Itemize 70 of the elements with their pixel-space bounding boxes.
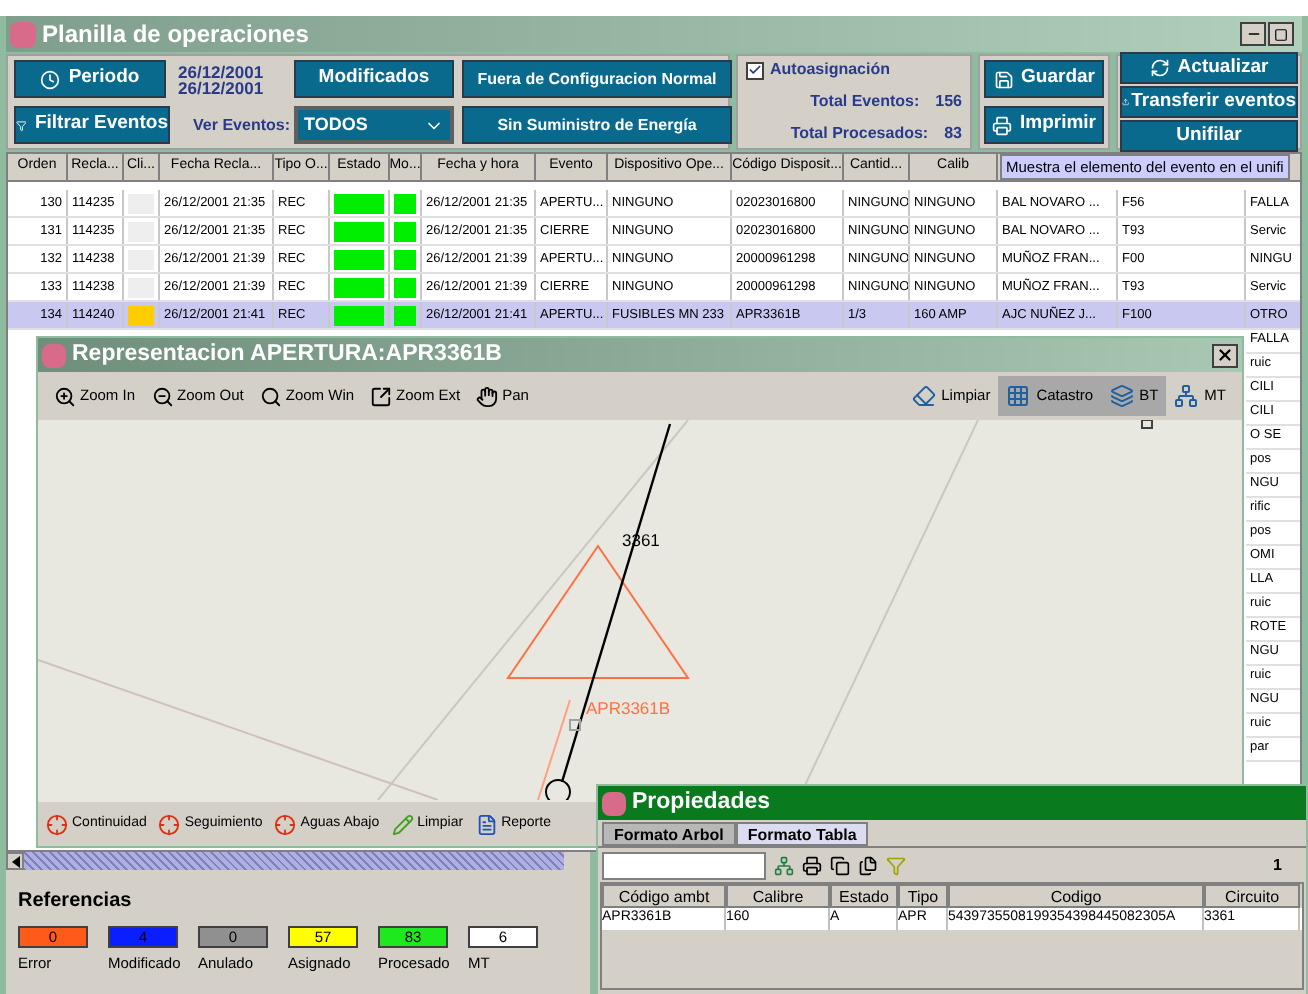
crosshair-icon bbox=[158, 813, 181, 835]
actualizar-icon bbox=[1149, 57, 1170, 78]
ver-eventos-dropdown[interactable]: TODOS bbox=[294, 106, 454, 144]
guardar-icon bbox=[993, 69, 1014, 89]
close-icon bbox=[1216, 346, 1234, 364]
files-icon bbox=[858, 855, 878, 875]
tab[interactable]: Formato Tabla bbox=[735, 822, 869, 846]
guardar-button[interactable]: Guardar bbox=[984, 60, 1104, 98]
references-title: Referencias bbox=[18, 890, 132, 912]
total-eventos-value: 156 bbox=[935, 90, 962, 114]
column-header[interactable]: Codigo bbox=[948, 884, 1204, 908]
printer-icon bbox=[802, 855, 822, 875]
tab[interactable]: Formato Arbol bbox=[602, 822, 736, 846]
imprimir-button[interactable]: Imprimir bbox=[984, 106, 1104, 144]
autoasignacion-label: Autoasignación bbox=[770, 58, 891, 82]
column-header[interactable]: Estado bbox=[830, 884, 898, 908]
checkbox[interactable] bbox=[746, 61, 764, 79]
periodo-icon bbox=[40, 69, 61, 89]
input-field[interactable] bbox=[602, 851, 766, 879]
zoom-out-icon bbox=[151, 385, 174, 407]
device-marker bbox=[569, 719, 581, 731]
periodo-button[interactable]: Periodo bbox=[14, 60, 166, 98]
filter-icon bbox=[886, 855, 906, 875]
modificados-button[interactable]: Modificados bbox=[294, 60, 454, 98]
layers-icon bbox=[1109, 384, 1134, 408]
hand-icon bbox=[476, 385, 499, 407]
app-logo-icon bbox=[42, 343, 66, 367]
app-logo-icon bbox=[10, 21, 36, 47]
unifilar-button[interactable]: Unifilar bbox=[1120, 120, 1298, 153]
network-icon bbox=[774, 855, 794, 875]
imprimir-icon bbox=[991, 115, 1012, 135]
window-title: Planilla de operaciones bbox=[42, 18, 309, 52]
report-icon bbox=[475, 813, 498, 835]
grid-icon bbox=[1006, 384, 1031, 408]
check-icon bbox=[748, 62, 762, 78]
column-header[interactable]: Código ambt bbox=[602, 884, 726, 908]
maximize-icon bbox=[1274, 27, 1288, 41]
pencil-icon bbox=[391, 813, 414, 835]
sin-suministro-button[interactable]: Sin Suministro de Energía bbox=[462, 106, 732, 144]
filtrar-eventos-icon bbox=[16, 115, 27, 135]
copy-icon bbox=[830, 855, 850, 875]
date-to: 26/12/2001 bbox=[178, 79, 266, 95]
device-label: APR3361B bbox=[586, 696, 671, 722]
network-icon bbox=[1174, 384, 1199, 408]
ver-eventos-label: Ver Eventos: bbox=[191, 113, 290, 137]
zoom-in-icon bbox=[54, 385, 76, 407]
crosshair-icon bbox=[46, 813, 68, 835]
maximize-button[interactable] bbox=[1268, 22, 1294, 46]
close-button[interactable] bbox=[1212, 343, 1238, 367]
eraser-icon bbox=[911, 384, 936, 408]
frame-arrow-icon bbox=[370, 385, 393, 407]
magnifier-icon bbox=[259, 385, 282, 407]
crosshair-icon bbox=[274, 813, 297, 835]
map-window-title: Representacion APERTURA:APR3361B bbox=[72, 339, 502, 370]
app-logo-icon bbox=[602, 791, 626, 815]
column-header[interactable]: Tipo bbox=[898, 884, 948, 908]
filtrar-eventos-button[interactable]: Filtrar Eventos bbox=[14, 106, 170, 144]
date-from: 26/12/2001 bbox=[178, 63, 266, 79]
properties-title: Propiedades bbox=[632, 787, 771, 818]
actualizar-button[interactable]: Actualizar bbox=[1120, 51, 1298, 84]
page-counter: 1 bbox=[1273, 853, 1282, 877]
minimize-button[interactable] bbox=[1240, 22, 1266, 46]
total-procesados-value: 83 bbox=[944, 122, 962, 146]
total-eventos-label: Total Eventos: bbox=[810, 90, 920, 114]
column-header[interactable]: Circuito bbox=[1204, 884, 1300, 908]
fuera-configuracion-button[interactable]: Fuera de Configuracion Normal bbox=[462, 60, 732, 98]
column-header[interactable]: Calibre bbox=[726, 884, 830, 908]
total-procesados-label: Total Procesados: bbox=[790, 122, 929, 146]
transferir-eventos-button[interactable]: Transferir eventos bbox=[1120, 85, 1298, 119]
map-marker bbox=[1141, 420, 1153, 429]
